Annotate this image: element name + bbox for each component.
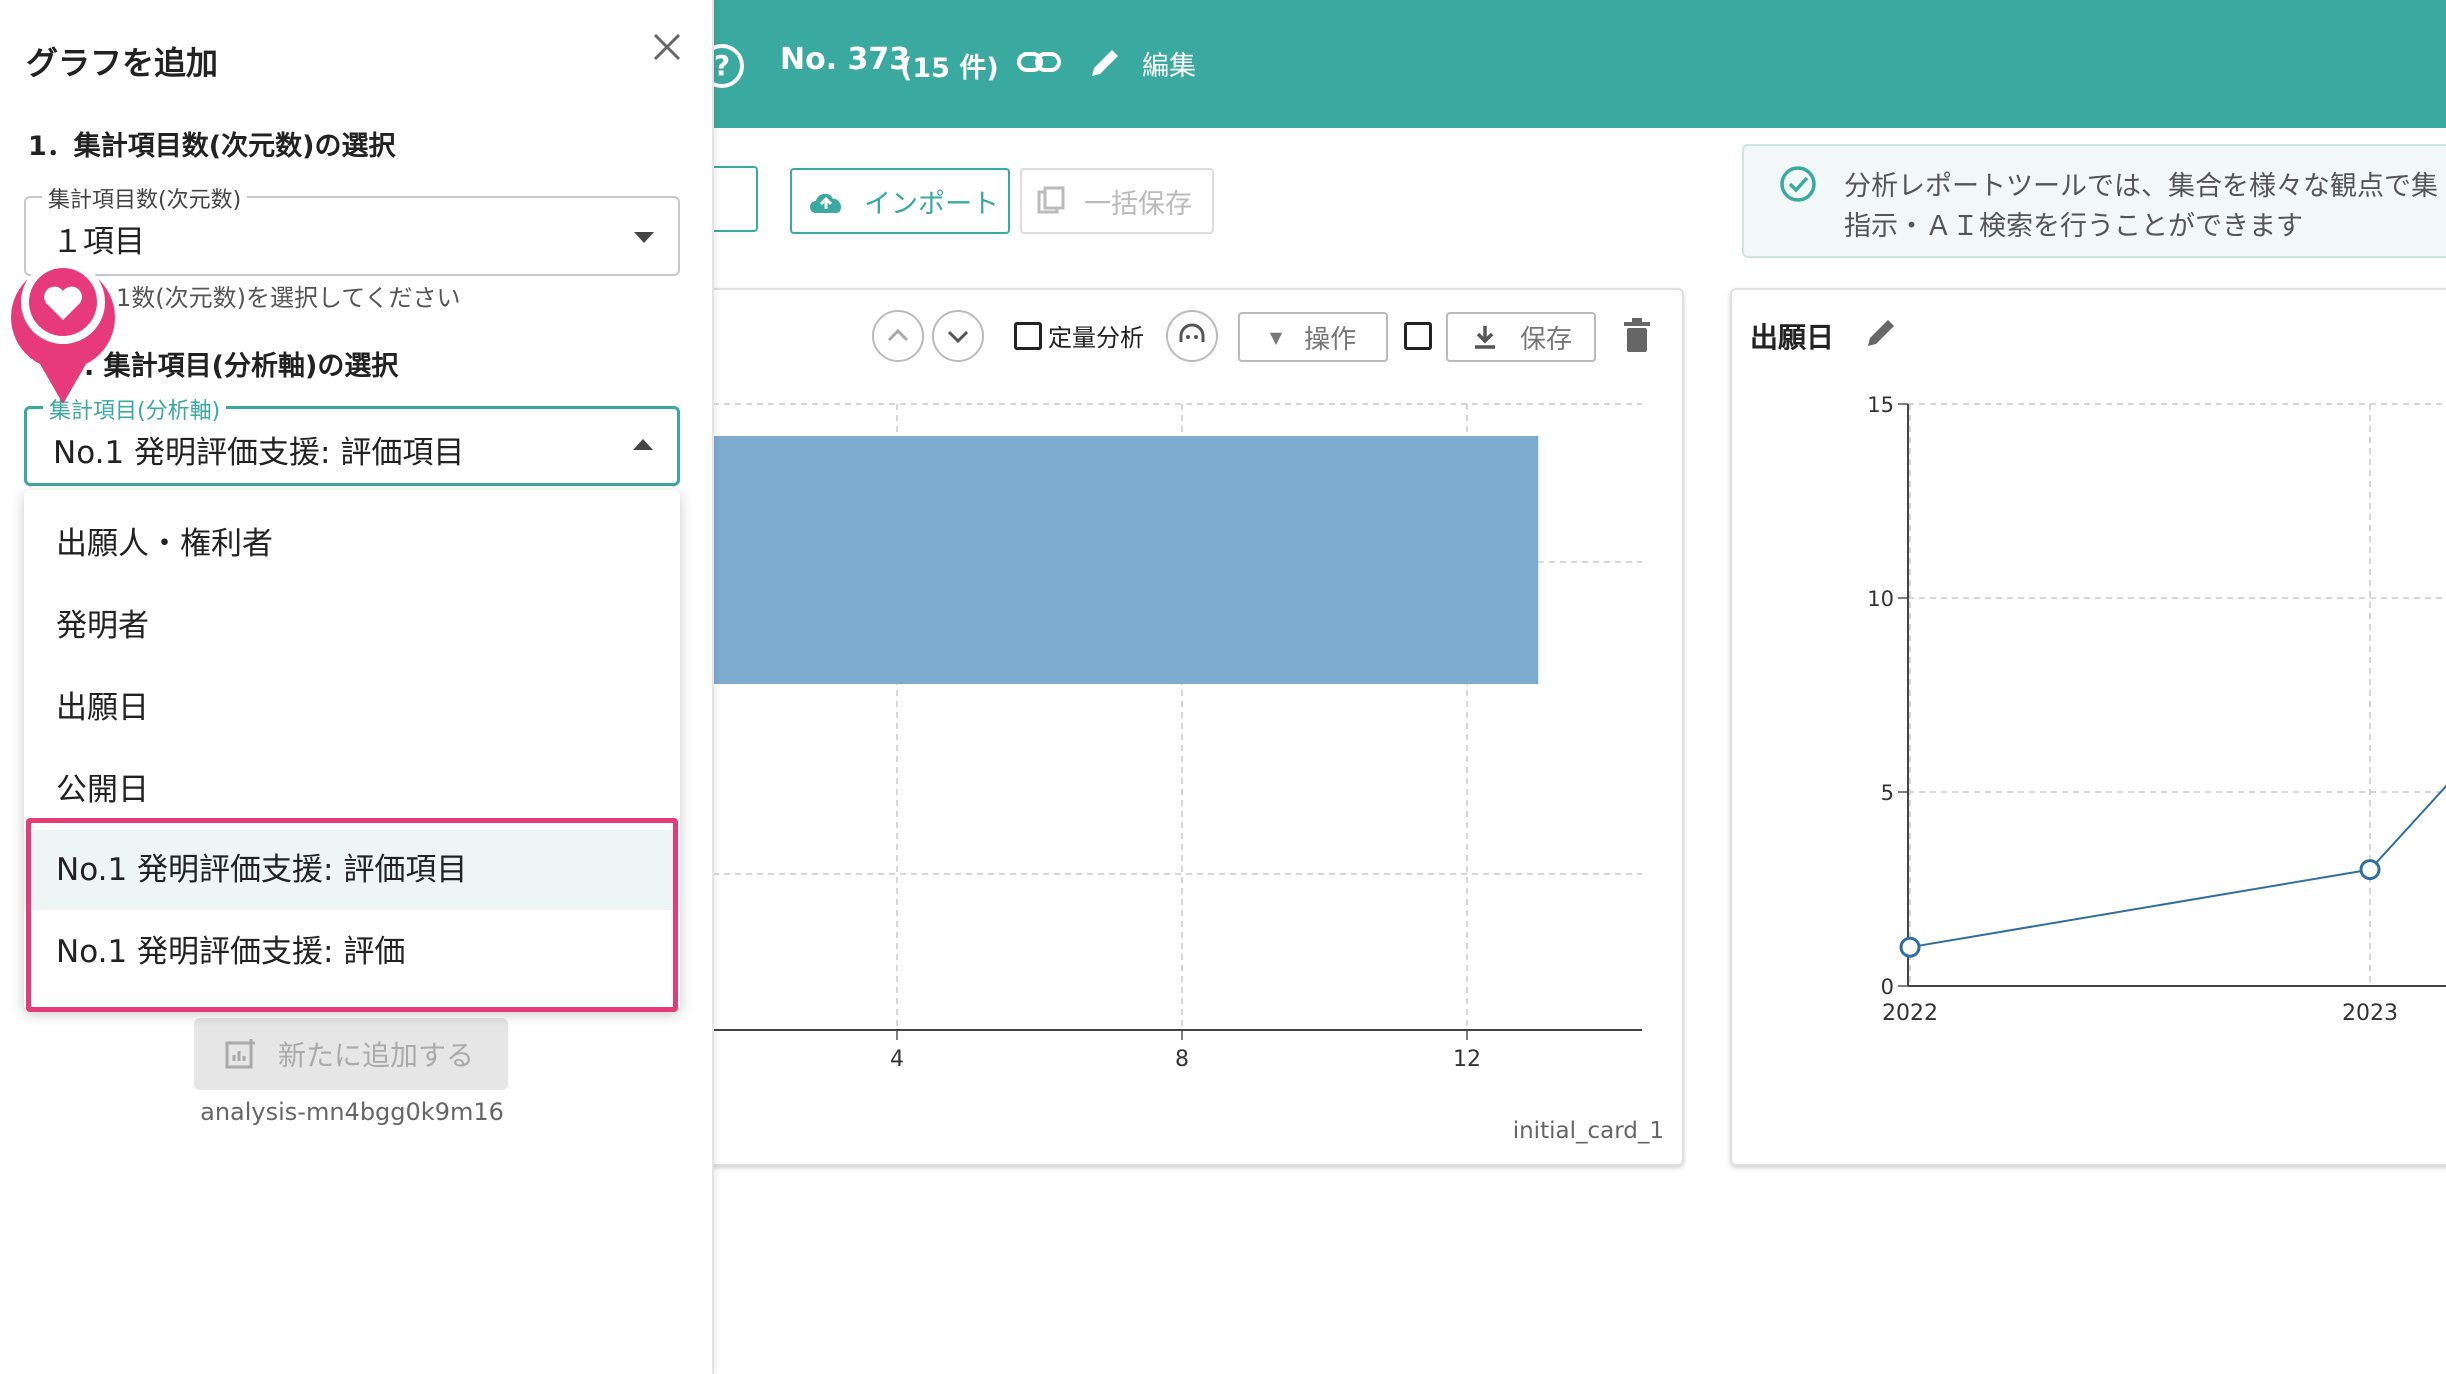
edit-label[interactable]: 編集 [1142,44,1196,83]
x-tick-label: 4 [890,1047,904,1072]
info-banner: 分析レポートツールでは、集合を様々な観点で集 指示・ＡＩ検索を行うことができます [1742,144,2446,258]
top-bar: ? No. 373 (15 件) 編集 [700,0,2446,128]
highlight-box [26,818,678,1012]
add-new-button[interactable]: 新たに追加する [194,1018,508,1090]
copy-icon [1037,186,1065,214]
add-graph-panel: グラフを追加 1．集計項目数(次元数)の選択 集計項目数(次元数) １項目 1数… [0,0,714,1374]
bulk-save-label: 一括保存 [1084,188,1192,220]
close-icon[interactable] [650,30,684,64]
add-new-label: 新たに追加する [278,1039,475,1072]
x-tick-label: 2023 [2342,1001,2398,1026]
card-id: initial_card_1 [1512,1118,1664,1144]
heart-pin-icon [10,260,115,404]
y-tick-label: 10 [1867,587,1894,611]
menu-item-filing-date[interactable]: 出願日 [24,668,680,748]
app-root: ? No. 373 (15 件) 編集 インポート 一括保存 分析レポートツール… [0,0,2446,1374]
section-2-title: . 集計項目(分析軸)の選択 [84,351,399,382]
add-chart-icon [225,1039,255,1069]
y-tick-label: 15 [1867,393,1894,417]
series-line-continuation [2369,784,2446,871]
analysis-axis-value: No.1 発明評価支援: 評価項目 [53,435,465,471]
bulk-save-button[interactable]: 一括保存 [1020,168,1214,234]
dimension-count-label: 集計項目数(次元数) [42,182,248,214]
data-point [1899,936,1921,958]
dropdown-arrow-up-icon [633,439,653,450]
info-line-1: 分析レポートツールでは、集合を様々な観点で集 [1844,171,2438,202]
x-tick-label: 12 [1453,1047,1481,1072]
chart-card-2: 出願日 0 5 10 15 2022 2023 [1730,288,2446,1166]
x-tick-label: 8 [1175,1047,1189,1072]
pencil-icon[interactable] [1088,44,1124,80]
section-1-title: 1．集計項目数(次元数)の選択 [28,131,396,162]
data-point [2359,859,2381,881]
link-icon[interactable] [1016,42,1062,82]
bar [702,436,1539,684]
chart-card-1: 定量分析 ▼ 操作 保存 481216 initial_card_1 [700,288,1684,1166]
panel-title: グラフを追加 [26,44,219,82]
analysis-axis-select[interactable]: 集計項目(分析軸) No.1 発明評価支援: 評価項目 [24,393,680,486]
record-number: No. 373 [780,42,911,77]
line-chart: 0 5 10 15 2022 2023 [1867,393,2446,1026]
x-tick-label: 2022 [1882,1001,1938,1026]
dropdown-arrow-icon [634,232,654,243]
import-button[interactable]: インポート [790,168,1010,234]
y-tick-label: 0 [1881,975,1894,999]
cloud-upload-icon [810,193,842,213]
dimension-count-select[interactable]: 集計項目数(次元数) １項目 [24,182,680,276]
analysis-id: analysis-mn4bgg0k9m16 [200,1098,504,1126]
check-circle-icon [1780,166,1816,202]
y-tick-label: 5 [1881,781,1894,805]
import-label: インポート [864,188,999,220]
bar-chart: 481216 [702,403,1642,1072]
series-line [1909,868,2371,949]
menu-item-applicant[interactable]: 出願人・権利者 [24,504,680,584]
info-line-2: 指示・ＡＩ検索を行うことができます [1844,211,2303,242]
dimension-helper-text: 1数(次元数)を選択してください [116,284,461,312]
menu-item-inventor[interactable]: 発明者 [24,586,680,666]
record-count: (15 件) [900,53,999,84]
